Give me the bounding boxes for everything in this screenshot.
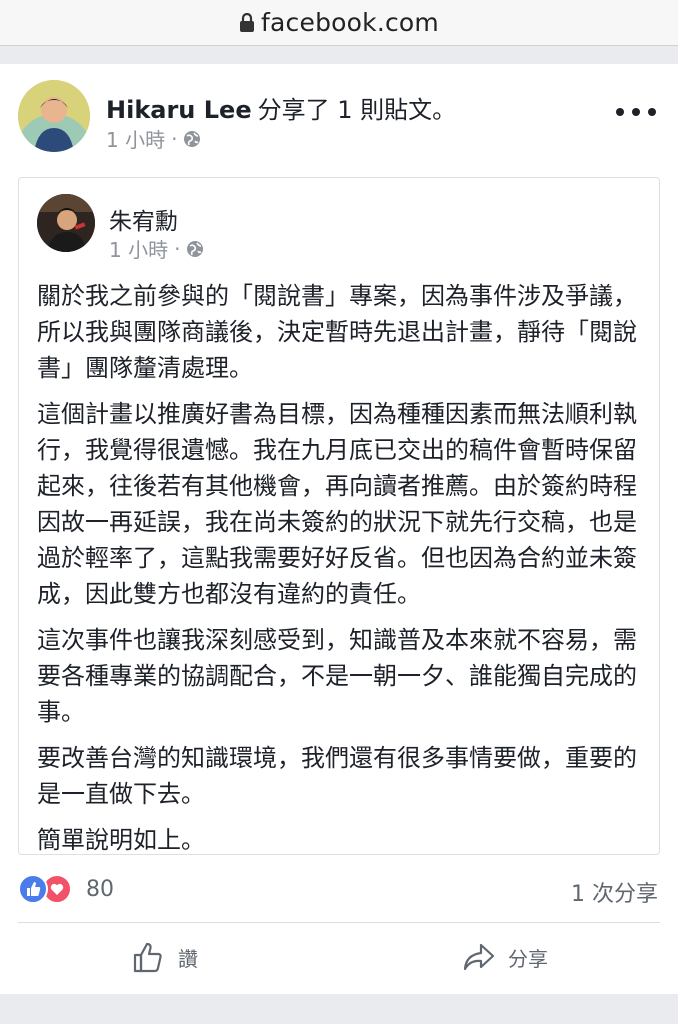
post-action-bar: 讚 分享 xyxy=(0,934,678,984)
author-action: 分享了 1 則貼文。 xyxy=(257,96,457,124)
url-text: facebook.com xyxy=(261,8,439,37)
author-line: Hikaru Lee 分享了 1 則貼文。 xyxy=(106,90,456,125)
thumbs-up-icon xyxy=(133,942,162,973)
meta-separator: · xyxy=(171,126,178,151)
post-paragraph: 關於我之前參與的「閱說書」專案，因為事件涉及爭議，所以我與團隊商議後，決定暫時先… xyxy=(37,282,637,382)
divider xyxy=(18,922,660,923)
post-paragraph: 簡單說明如上。 xyxy=(37,826,205,854)
post-paragraph: 這次事件也讓我深刻感受到，知識普及本來就不容易，需要各種專業的協調配合，不是一朝… xyxy=(37,626,637,726)
shared-post-time[interactable]: 1 小時 xyxy=(109,234,168,263)
reactions-summary[interactable]: 80 xyxy=(18,874,114,904)
like-reaction-icon xyxy=(18,874,48,904)
share-button[interactable]: 分享 xyxy=(462,940,548,974)
post-header: Hikaru Lee 分享了 1 則貼文。 1 小時 · xyxy=(18,80,660,160)
post-time[interactable]: 1 小時 xyxy=(106,124,165,153)
lock-icon xyxy=(240,12,255,32)
post-paragraph: 這個計畫以推廣好書為目標，因為種種因素而無法順利執行，我覺得很遺憾。我在九月底已… xyxy=(37,400,637,608)
post-meta: 1 小時 · xyxy=(106,124,201,153)
reaction-count: 80 xyxy=(86,876,114,902)
like-button[interactable]: 讚 xyxy=(132,940,198,974)
shared-author-avatar[interactable] xyxy=(37,194,95,252)
shared-author-name[interactable]: 朱宥勳 xyxy=(109,202,178,236)
author-name[interactable]: Hikaru Lee xyxy=(106,96,252,124)
shared-post-body: 關於我之前參與的「閱說書」專案，因為事件涉及爭議，所以我與團隊商議後，決定暫時先… xyxy=(37,278,645,868)
share-count[interactable]: 1 次分享 xyxy=(571,876,658,908)
shared-post-meta: 1 小時 · xyxy=(109,234,204,263)
meta-separator: · xyxy=(174,236,181,261)
author-avatar[interactable] xyxy=(18,80,90,152)
more-options-icon[interactable] xyxy=(616,100,656,124)
globe-icon xyxy=(184,130,201,147)
globe-icon xyxy=(187,240,204,257)
shared-post[interactable]: 朱宥勳 1 小時 · 關於我之前參與的「閱說書」專案，因為事件涉及爭議，所以我與… xyxy=(18,177,660,855)
post-paragraph: 要改善台灣的知識環境，我們還有很多事情要做，重要的是一直做下去。 xyxy=(37,744,637,808)
share-label: 分享 xyxy=(508,946,548,971)
share-arrow-icon xyxy=(463,943,495,971)
post-card: Hikaru Lee 分享了 1 則貼文。 1 小時 · 朱宥勳 1 小時 · … xyxy=(0,64,678,994)
browser-address-bar[interactable]: facebook.com xyxy=(0,0,678,46)
like-label: 讚 xyxy=(178,946,198,971)
